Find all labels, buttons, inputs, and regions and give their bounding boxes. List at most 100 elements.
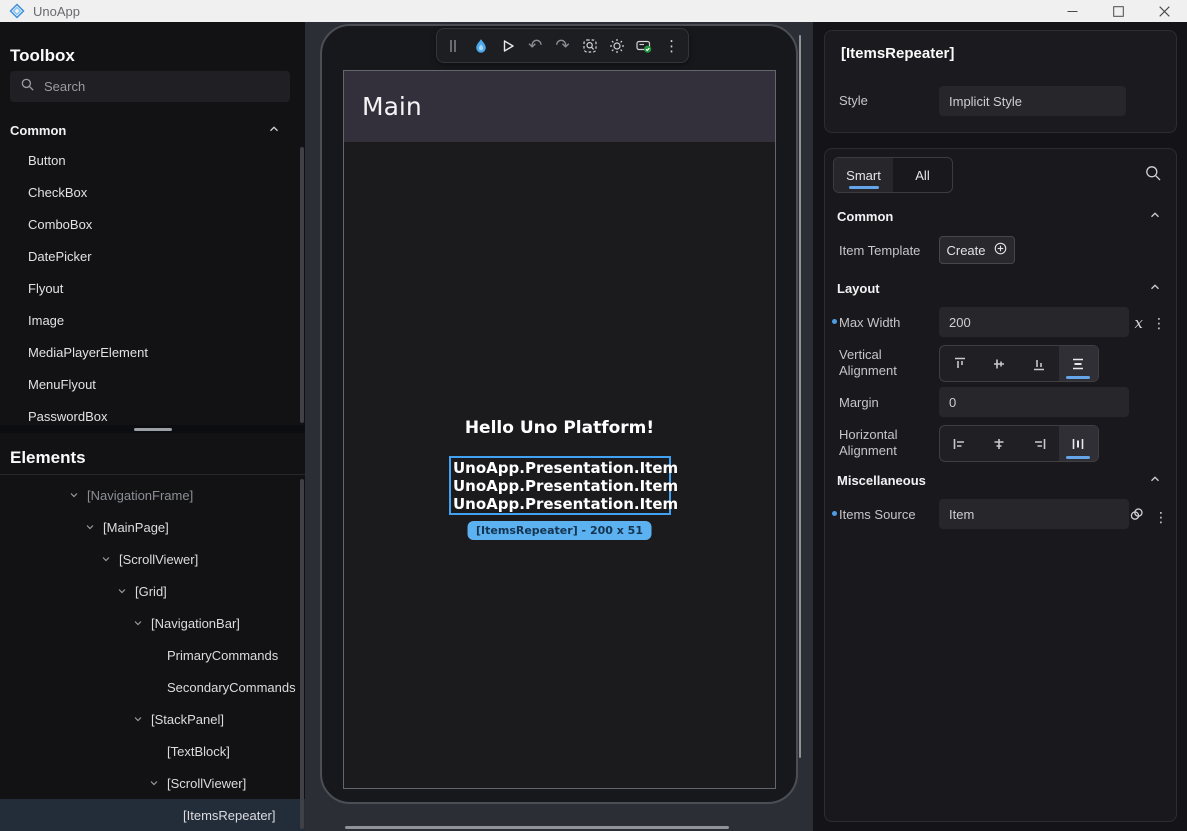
hello-text[interactable]: Hello Uno Platform! <box>344 418 775 438</box>
toolbox-item-image[interactable]: Image <box>0 305 305 337</box>
toolbox-item-datepicker[interactable]: DatePicker <box>0 241 305 273</box>
chevron-up-icon[interactable] <box>1148 280 1162 297</box>
margin-input[interactable] <box>939 387 1129 417</box>
properties-search-icon[interactable] <box>1144 164 1162 187</box>
designer-toolbar: ↶ ↷ ⋮ <box>436 28 689 63</box>
chevron-up-icon[interactable] <box>267 122 281 139</box>
toolbox-item-menuflyout[interactable]: MenuFlyout <box>0 369 305 401</box>
tree-row-navigationbar[interactable]: [NavigationBar] <box>0 607 305 639</box>
halign-stretch-button[interactable] <box>1059 426 1099 461</box>
elements-scrollbar[interactable] <box>300 479 304 829</box>
section-miscellaneous[interactable]: Miscellaneous <box>837 472 1162 489</box>
section-layout[interactable]: Layout <box>837 280 1162 297</box>
toolbox-title: Toolbox <box>10 46 75 66</box>
chevron-down-icon[interactable] <box>132 617 144 632</box>
window-title: UnoApp <box>33 4 80 19</box>
status-check-icon[interactable] <box>633 35 655 57</box>
tree-row-scrollviewer[interactable]: [ScrollViewer] <box>0 543 305 575</box>
undo-icon[interactable]: ↶ <box>524 35 546 57</box>
toolbox-item-button[interactable]: Button <box>0 145 305 177</box>
max-width-input[interactable] <box>939 307 1129 337</box>
itemsrepeater-selection[interactable]: UnoApp.Presentation.Item UnoApp.Presenta… <box>449 456 671 515</box>
maximize-button[interactable] <box>1095 0 1141 22</box>
inspect-element-icon[interactable] <box>579 35 601 57</box>
vertical-alignment-group <box>939 345 1099 382</box>
valign-top-button[interactable] <box>940 346 980 381</box>
more-options-icon[interactable]: ⋮ <box>1152 316 1166 330</box>
repeater-item[interactable]: UnoApp.Presentation.Item <box>453 495 669 513</box>
panel-splitter[interactable] <box>0 425 305 433</box>
items-source-label: Items Source <box>839 507 916 522</box>
chevron-down-icon[interactable] <box>116 585 128 600</box>
modified-dot <box>832 319 837 324</box>
minimize-button[interactable] <box>1049 0 1095 22</box>
toolbox-item-mediaplayerelement[interactable]: MediaPlayerElement <box>0 337 305 369</box>
toolbox-list: Button CheckBox ComboBox DatePicker Flyo… <box>0 145 305 433</box>
chevron-up-icon[interactable] <box>1148 208 1162 225</box>
tab-all[interactable]: All <box>893 158 952 192</box>
search-icon <box>20 77 35 97</box>
horizontal-alignment-label: Horizontal Alignment <box>839 427 919 459</box>
toolbox-search[interactable] <box>10 71 290 102</box>
tree-row-navigationframe[interactable]: [NavigationFrame] <box>0 479 305 511</box>
valign-center-button[interactable] <box>980 346 1020 381</box>
properties-card: Smart All Common Item Template Create <box>824 148 1177 822</box>
tree-row-stackpanel[interactable]: [StackPanel] <box>0 703 305 735</box>
canvas-vertical-scrollbar[interactable] <box>799 35 801 758</box>
uno-logo <box>9 3 25 19</box>
chevron-down-icon[interactable] <box>148 777 160 792</box>
valign-stretch-button[interactable] <box>1059 346 1099 381</box>
close-button[interactable] <box>1141 0 1187 22</box>
chevron-down-icon[interactable] <box>68 489 80 504</box>
binding-icon[interactable] <box>1128 506 1145 528</box>
selected-element-header: [ItemsRepeater] <box>841 45 954 62</box>
page-title: Main <box>362 92 422 121</box>
tree-row-secondarycommands[interactable]: SecondaryCommands <box>0 671 305 703</box>
modified-dot <box>832 511 837 516</box>
toolbox-item-checkbox[interactable]: CheckBox <box>0 177 305 209</box>
toolbox-item-flyout[interactable]: Flyout <box>0 273 305 305</box>
app-screen[interactable]: Main Hello Uno Platform! UnoApp.Presenta… <box>343 70 776 789</box>
valign-bottom-button[interactable] <box>1019 346 1059 381</box>
halign-center-button[interactable] <box>980 426 1020 461</box>
design-canvas[interactable]: Main Hello Uno Platform! UnoApp.Presenta… <box>305 22 813 831</box>
elements-tree: [NavigationFrame] [MainPage] [ScrollView… <box>0 479 305 831</box>
tree-row-grid[interactable]: [Grid] <box>0 575 305 607</box>
tree-row-primarycommands[interactable]: PrimaryCommands <box>0 639 305 671</box>
theme-toggle-icon[interactable] <box>606 35 628 57</box>
tree-row-textblock[interactable]: [TextBlock] <box>0 735 305 767</box>
navigation-bar[interactable]: Main <box>344 71 775 142</box>
section-common[interactable]: Common <box>837 208 1162 225</box>
expression-icon[interactable]: x <box>1135 314 1143 332</box>
tree-row-scrollviewer-2[interactable]: [ScrollViewer] <box>0 767 305 799</box>
more-options-icon[interactable]: ⋮ <box>661 35 683 57</box>
horizontal-alignment-group <box>939 425 1099 462</box>
toolbox-scrollbar[interactable] <box>300 147 304 423</box>
canvas-horizontal-scrollbar[interactable] <box>345 826 729 829</box>
toolbox-item-combobox[interactable]: ComboBox <box>0 209 305 241</box>
halign-right-button[interactable] <box>1019 426 1059 461</box>
chevron-down-icon[interactable] <box>132 713 144 728</box>
halign-left-button[interactable] <box>940 426 980 461</box>
tree-row-itemsrepeater[interactable]: [ItemsRepeater] <box>0 799 305 831</box>
chevron-up-icon[interactable] <box>1148 472 1162 489</box>
repeater-item[interactable]: UnoApp.Presentation.Item <box>453 477 669 495</box>
tree-row-mainpage[interactable]: [MainPage] <box>0 511 305 543</box>
create-template-button[interactable]: Create <box>939 236 1015 264</box>
toolbox-search-input[interactable] <box>44 79 264 94</box>
tab-smart[interactable]: Smart <box>834 158 893 192</box>
style-label: Style <box>839 93 868 108</box>
drag-handle-icon[interactable] <box>442 35 464 57</box>
style-input[interactable] <box>939 86 1126 116</box>
more-options-icon[interactable]: ⋮ <box>1154 510 1168 524</box>
items-source-input[interactable] <box>939 499 1129 529</box>
repeater-item[interactable]: UnoApp.Presentation.Item <box>453 459 669 477</box>
toolbox-section-common[interactable]: Common <box>10 122 281 139</box>
chevron-down-icon[interactable] <box>100 553 112 568</box>
chevron-down-icon[interactable] <box>84 521 96 536</box>
redo-icon[interactable]: ↷ <box>551 35 573 57</box>
hot-reload-flame-icon[interactable] <box>470 35 492 57</box>
max-width-label: Max Width <box>839 315 900 330</box>
device-frame: Main Hello Uno Platform! UnoApp.Presenta… <box>320 24 798 804</box>
play-icon[interactable] <box>497 35 519 57</box>
